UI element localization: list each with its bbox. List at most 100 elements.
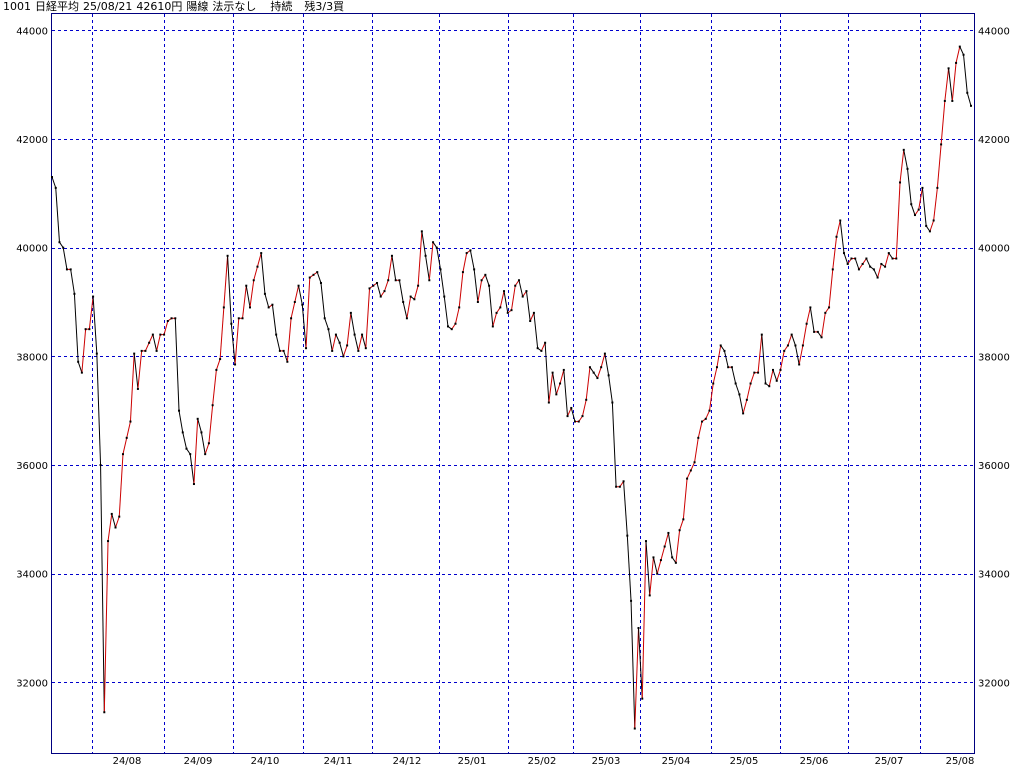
line-segment — [398, 280, 404, 303]
data-point — [775, 379, 778, 382]
line-segment — [286, 318, 292, 362]
data-point — [110, 512, 113, 515]
data-point — [488, 284, 491, 287]
line-segment — [264, 293, 270, 308]
line-segment — [525, 291, 531, 322]
data-point — [839, 219, 842, 222]
data-point — [443, 295, 446, 298]
line-segment — [682, 478, 688, 520]
line-segment — [346, 312, 352, 346]
line-segment — [645, 541, 651, 596]
line-segment — [652, 557, 658, 574]
line-segment — [731, 367, 737, 384]
data-point — [958, 45, 961, 48]
data-point — [170, 317, 173, 320]
line-segment — [301, 304, 307, 349]
data-point — [476, 300, 479, 303]
data-point — [125, 436, 128, 439]
line-segment — [148, 334, 154, 343]
data-point — [204, 453, 207, 456]
data-point — [536, 347, 539, 350]
data-point — [581, 415, 584, 418]
data-point — [943, 99, 946, 102]
line-segment — [458, 272, 464, 308]
line-segment — [836, 220, 841, 237]
y-tick-label: 42000 — [978, 135, 1010, 146]
line-segment — [376, 282, 382, 297]
data-point — [865, 257, 868, 260]
data-point — [678, 529, 681, 532]
line-segment — [454, 307, 460, 324]
line-segment — [511, 285, 516, 311]
data-point — [876, 276, 879, 279]
data-point — [917, 208, 920, 211]
data-point — [196, 417, 199, 420]
line-segment — [664, 532, 669, 547]
data-point — [346, 344, 349, 347]
data-point — [357, 349, 360, 352]
line-segment — [443, 296, 449, 327]
line-segment — [641, 541, 647, 699]
line-segment — [242, 285, 247, 319]
data-point — [80, 371, 83, 374]
line-segment — [679, 519, 684, 531]
data-point — [674, 561, 677, 564]
line-segment — [391, 255, 397, 281]
data-point — [454, 322, 457, 325]
data-point — [622, 480, 625, 483]
data-point — [293, 300, 296, 303]
line-segment — [757, 334, 763, 373]
line-segment — [544, 342, 550, 403]
line-segment — [798, 345, 804, 365]
data-point — [237, 317, 240, 320]
data-point — [364, 347, 367, 350]
data-point — [947, 67, 950, 70]
data-point — [895, 257, 898, 260]
data-point — [413, 298, 416, 301]
x-tick-label: 24/12 — [393, 756, 422, 767]
data-point — [394, 279, 397, 282]
data-point — [966, 91, 969, 94]
data-point — [338, 341, 341, 344]
data-point — [745, 398, 748, 401]
data-point — [913, 214, 916, 217]
line-segment — [197, 418, 202, 433]
data-point — [910, 203, 913, 206]
data-point — [805, 322, 808, 325]
line-segment — [873, 269, 879, 278]
data-point — [872, 268, 875, 271]
y-tick-label: 36000 — [16, 461, 48, 472]
data-point — [659, 559, 662, 562]
x-tick-label: 25/03 — [592, 756, 621, 767]
data-point — [861, 262, 864, 265]
line-segment — [540, 342, 546, 352]
line-segment — [518, 280, 524, 297]
data-point — [577, 420, 580, 423]
data-point — [644, 540, 647, 543]
data-point — [891, 257, 894, 260]
data-point — [263, 292, 266, 295]
data-point — [256, 265, 259, 268]
data-point — [734, 382, 737, 385]
data-point — [278, 349, 281, 352]
data-point — [857, 268, 860, 271]
data-point — [174, 317, 177, 320]
line-segment — [111, 513, 116, 528]
data-point — [211, 404, 214, 407]
data-point — [790, 333, 793, 336]
line-segment — [484, 274, 490, 286]
x-tick-label: 25/02 — [528, 756, 557, 767]
line-segment — [357, 334, 363, 352]
line-segment — [298, 285, 303, 305]
data-point — [92, 295, 95, 298]
y-tick-label: 44000 — [16, 26, 48, 37]
data-point — [962, 53, 965, 56]
data-point — [185, 447, 188, 450]
data-point — [529, 320, 532, 323]
line-segment — [156, 334, 161, 352]
data-point — [693, 461, 696, 464]
line-segment — [944, 68, 950, 101]
line-segment — [712, 367, 718, 384]
data-point — [884, 265, 887, 268]
data-point — [51, 176, 53, 179]
